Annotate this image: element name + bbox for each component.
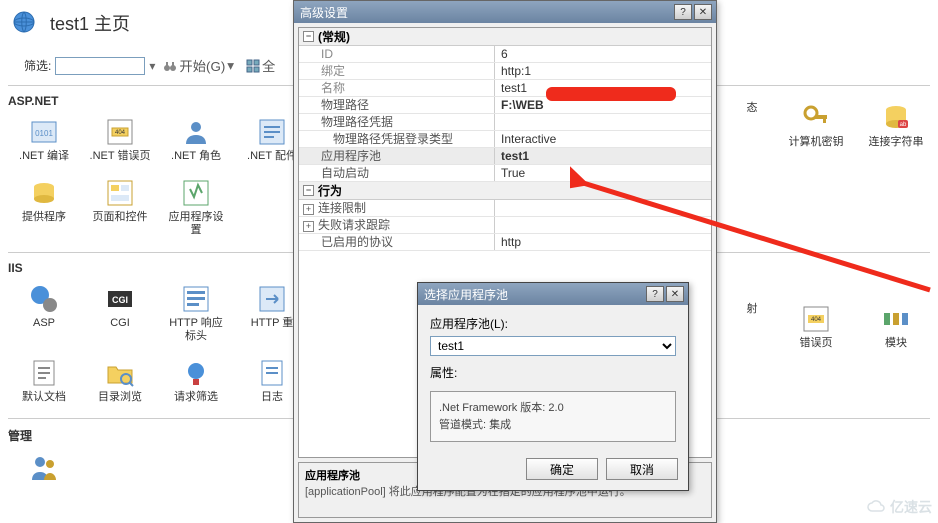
svg-text:ab: ab [900, 122, 907, 128]
icon-net-error[interactable]: 404.NET 错误页 [84, 112, 156, 167]
pool-select-label: 应用程序池(L): [430, 315, 676, 332]
expand-icon[interactable]: + [303, 221, 314, 232]
icon-state[interactable]: 态 [732, 98, 772, 153]
pool-framework: .Net Framework 版本: 2.0 [439, 400, 667, 417]
grid-icon [246, 59, 260, 73]
icon-modules[interactable]: 模块 [860, 299, 932, 354]
row-id[interactable]: ID6 [299, 46, 711, 63]
row-protocols[interactable]: 已启用的协议http [299, 234, 711, 251]
watermark: 亿速云 [866, 497, 932, 517]
svg-text:CGI: CGI [112, 295, 128, 305]
row-conn-limit[interactable]: +连接限制 [299, 200, 711, 217]
right-panel: 态 计算机密钥 ab连接字符串 射 404错误页 模块 [732, 98, 938, 354]
start-label: 开始(G) [179, 56, 225, 75]
icon-dir-browse[interactable]: 目录浏览 [84, 353, 156, 408]
svg-text:404: 404 [115, 130, 126, 136]
pool-titlebar[interactable]: 选择应用程序池 ? ✕ [418, 283, 688, 305]
document-icon [28, 357, 60, 389]
compile-icon: 0101 [28, 116, 60, 148]
adv-title: 高级设置 [300, 4, 672, 21]
icon-machine-key[interactable]: 计算机密钥 [780, 98, 852, 153]
config-icon [256, 116, 288, 148]
icon-config-editor[interactable] [8, 448, 80, 490]
category-general[interactable]: −(常规) [299, 28, 711, 46]
row-credentials[interactable]: 物理路径凭据 [299, 114, 711, 131]
category-behavior[interactable]: −行为 [299, 182, 711, 200]
pool-select[interactable]: test1 [430, 336, 676, 356]
dropdown-icon: ▾ [227, 58, 234, 74]
row-app-pool[interactable]: 应用程序池test1 [299, 148, 711, 165]
folder-icon [104, 357, 136, 389]
icon-pages-controls[interactable]: 页面和控件 [84, 173, 156, 241]
binoculars-icon [163, 59, 177, 73]
settings-icon [180, 177, 212, 209]
icon-asp[interactable]: ASP [8, 279, 80, 347]
pages-icon [104, 177, 136, 209]
filter-icon [180, 357, 212, 389]
close-button[interactable]: ✕ [666, 286, 684, 302]
icon-request-filter[interactable]: 请求筛选 [160, 353, 232, 408]
select-app-pool-dialog: 选择应用程序池 ? ✕ 应用程序池(L): test1 属性: .Net Fra… [417, 282, 689, 491]
database-icon: ab [880, 102, 912, 134]
icon-cgi[interactable]: CGICGI [84, 279, 156, 347]
modules-icon [880, 303, 912, 335]
row-name[interactable]: 名称test1 [299, 80, 711, 97]
icon-net-role[interactable]: .NET 角色 [160, 112, 232, 167]
help-button[interactable]: ? [646, 286, 664, 302]
row-path[interactable]: 物理路径F:\WEB [299, 97, 711, 114]
redirect-icon [256, 283, 288, 315]
collapse-icon[interactable]: − [303, 31, 314, 42]
icon-error-pages[interactable]: 404错误页 [780, 299, 852, 354]
page-title: test1 主页 [50, 10, 130, 36]
filter-input[interactable] [55, 57, 145, 75]
pool-pipeline: 管道模式: 集成 [439, 417, 667, 434]
start-button[interactable]: 开始(G) ▾ [159, 54, 238, 77]
showall-button[interactable]: 全 [242, 54, 279, 77]
close-button[interactable]: ✕ [694, 4, 712, 20]
key-icon [800, 102, 832, 134]
row-logon-type[interactable]: 物理路径凭据登录类型Interactive [299, 131, 711, 148]
pool-properties: .Net Framework 版本: 2.0 管道模式: 集成 [430, 391, 676, 442]
error-icon: 404 [800, 303, 832, 335]
error-page-icon: 404 [104, 116, 136, 148]
adv-titlebar[interactable]: 高级设置 ? ✕ [294, 1, 716, 23]
users-icon [28, 452, 60, 484]
ok-button[interactable]: 确定 [526, 458, 598, 480]
icon-default-doc[interactable]: 默认文档 [8, 353, 80, 408]
cancel-button[interactable]: 取消 [606, 458, 678, 480]
filter-label: 筛选: [24, 57, 51, 74]
showall-label: 全 [262, 56, 275, 75]
log-icon [256, 357, 288, 389]
icon-providers[interactable]: 提供程序 [8, 173, 80, 241]
asp-icon [28, 283, 60, 315]
help-button[interactable]: ? [674, 4, 692, 20]
svg-text:0101: 0101 [35, 129, 53, 138]
icon-compress[interactable]: 射 [732, 299, 772, 354]
providers-icon [28, 177, 60, 209]
pool-title: 选择应用程序池 [424, 286, 644, 303]
http-headers-icon [180, 283, 212, 315]
expand-icon[interactable]: + [303, 204, 314, 215]
globe-icon [8, 6, 40, 38]
icon-app-settings[interactable]: 应用程序设置 [160, 173, 232, 241]
roles-icon [180, 116, 212, 148]
icon-conn-string[interactable]: ab连接字符串 [860, 98, 932, 153]
icon-net-compile[interactable]: 0101.NET 编译 [8, 112, 80, 167]
svg-text:404: 404 [811, 317, 822, 323]
filter-dropdown-icon[interactable]: ▾ [149, 59, 155, 73]
pool-props-label: 属性: [430, 364, 676, 381]
icon-http-response[interactable]: HTTP 响应标头 [160, 279, 232, 347]
collapse-icon[interactable]: − [303, 185, 314, 196]
cgi-icon: CGI [104, 283, 136, 315]
row-autostart[interactable]: 自动启动True [299, 165, 711, 182]
row-binding[interactable]: 绑定http:1 [299, 63, 711, 80]
row-failed-trace[interactable]: +失败请求跟踪 [299, 217, 711, 234]
